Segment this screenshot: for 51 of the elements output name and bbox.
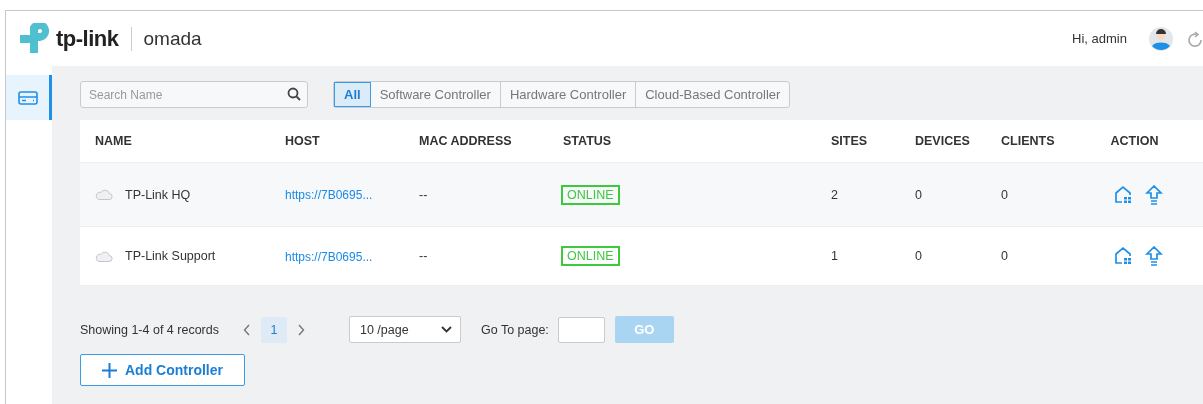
column-header: SITES bbox=[830, 134, 869, 148]
status-label: ONLINE bbox=[561, 184, 620, 205]
previous-page-button[interactable] bbox=[242, 323, 251, 336]
table-cell-text: -- bbox=[418, 249, 429, 263]
product-name: omada bbox=[143, 27, 202, 50]
column-header: ACTION bbox=[1109, 134, 1160, 148]
search-icon[interactable] bbox=[287, 87, 301, 101]
cloud-icon bbox=[95, 250, 113, 262]
table-cell-text: 2 bbox=[830, 187, 839, 202]
column-header: MAC ADDRESS bbox=[418, 134, 513, 148]
search-field[interactable]: Search Name bbox=[80, 81, 308, 108]
status-label: ONLINE bbox=[561, 246, 620, 266]
filter-tab[interactable]: Cloud-Based Controller bbox=[636, 82, 790, 107]
page-size-select[interactable]: 10 /page bbox=[348, 316, 461, 343]
table-cell-text: 1 bbox=[830, 249, 839, 263]
column-header: CLIENTS bbox=[1000, 134, 1056, 148]
column-header: STATUS bbox=[562, 134, 613, 148]
records-summary: Showing 1-4 of 4 records bbox=[80, 322, 219, 337]
page-button[interactable]: 1 bbox=[260, 316, 287, 343]
table-cell-text: 0 bbox=[914, 249, 923, 263]
table-cell-text: 0 bbox=[1000, 249, 1009, 263]
brand-name: tp-link bbox=[56, 25, 119, 52]
filter-tab[interactable]: All bbox=[334, 82, 371, 107]
upload-icon[interactable] bbox=[1144, 184, 1163, 205]
plus-icon bbox=[102, 362, 117, 378]
sidebar-item[interactable] bbox=[6, 75, 52, 120]
column-header: NAME bbox=[94, 134, 133, 148]
controller-icon bbox=[17, 90, 38, 105]
greeting-text: Hi, admin bbox=[1072, 31, 1127, 46]
table-cell-text: 0 bbox=[1000, 187, 1009, 202]
page-number-field[interactable] bbox=[557, 316, 605, 343]
goto-label: Go To page: bbox=[480, 322, 549, 337]
chevron-down-icon bbox=[440, 326, 452, 333]
column-header: DEVICES bbox=[914, 134, 971, 148]
controller-name: TP-Link HQ bbox=[125, 187, 191, 202]
next-page-button[interactable] bbox=[296, 323, 305, 336]
host-link[interactable]: https://7B0695... bbox=[270, 249, 373, 264]
add-controller-button[interactable]: Add Controller bbox=[80, 354, 245, 386]
column-header: HOST bbox=[284, 134, 321, 148]
host-link[interactable]: https://7B0695... bbox=[270, 188, 373, 202]
refresh-icon[interactable] bbox=[1187, 29, 1203, 48]
table-cell-text: -- bbox=[418, 187, 429, 202]
table-cell-text: 0 bbox=[914, 187, 923, 202]
home-icon[interactable] bbox=[1112, 246, 1133, 266]
filter-tab[interactable]: Hardware Controller bbox=[500, 82, 637, 107]
cloud-icon bbox=[95, 189, 113, 200]
upload-icon[interactable] bbox=[1144, 246, 1163, 266]
filter-tab[interactable]: Software Controller bbox=[370, 82, 501, 107]
user-avatar[interactable] bbox=[1149, 26, 1173, 51]
controller-name: TP-Link Support bbox=[125, 249, 216, 263]
home-icon[interactable] bbox=[1112, 184, 1133, 205]
